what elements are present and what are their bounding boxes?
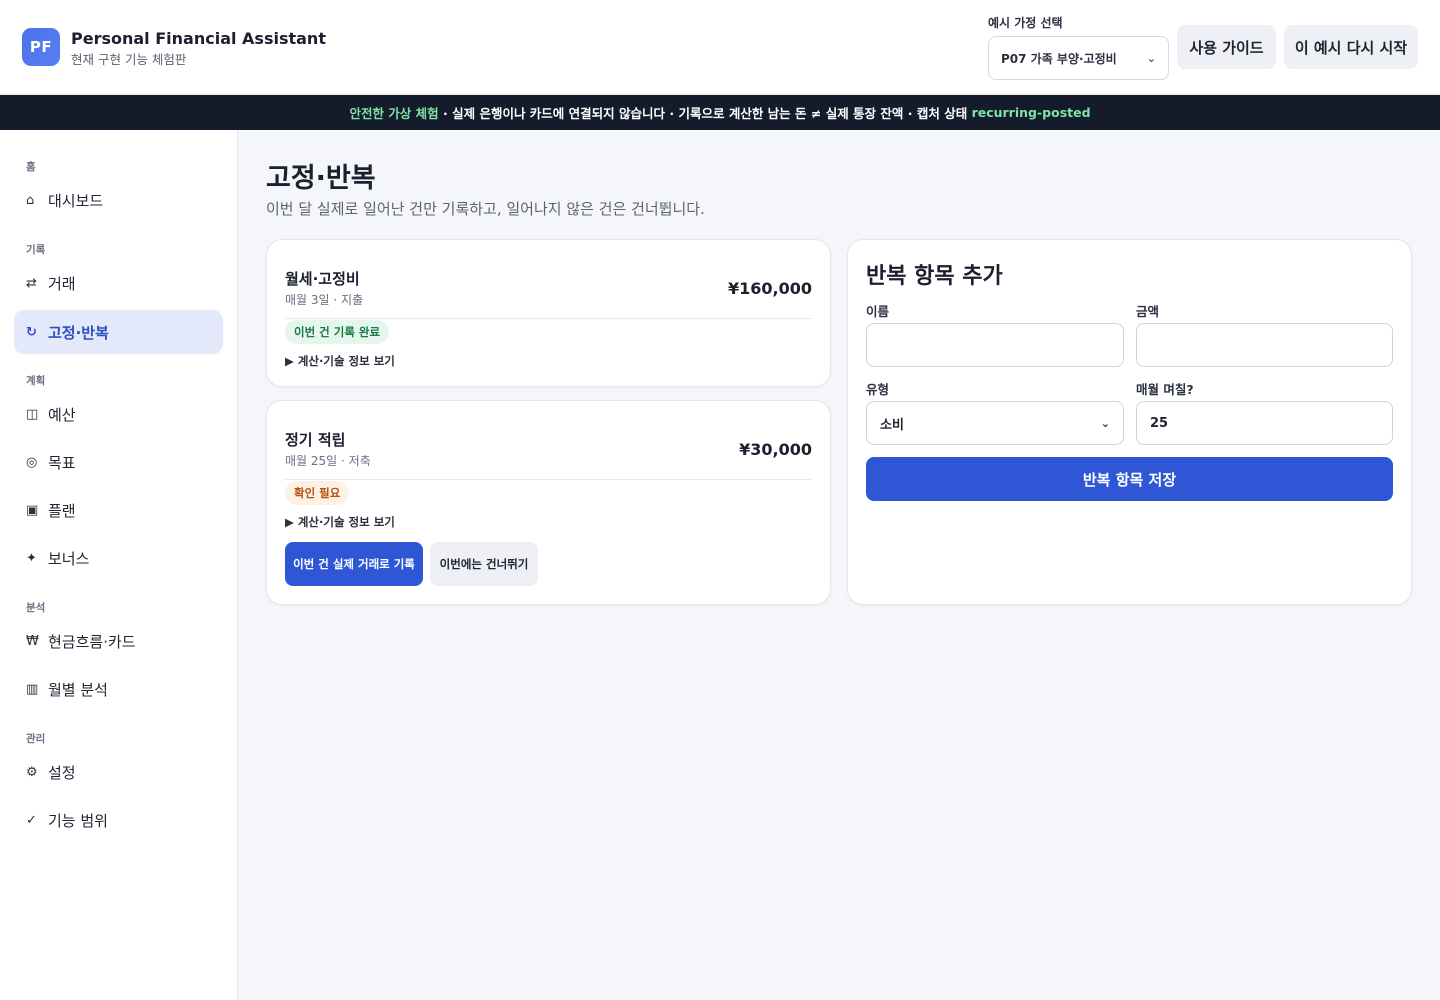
- bar-chart-icon: ▥: [26, 681, 39, 697]
- sidebar-item-label: 목표: [48, 453, 76, 472]
- restart-example-button[interactable]: 이 예시 다시 시작: [1284, 25, 1418, 69]
- sidebar-item-label: 거래: [48, 274, 76, 293]
- app-header: PF Personal Financial Assistant 현재 구현 기능…: [0, 0, 1440, 95]
- won-icon: ₩: [26, 633, 39, 649]
- scenario-select[interactable]: P07 가족 부양·고정비 ⌄: [988, 36, 1169, 80]
- sidebar-item-label: 고정·반복: [48, 323, 109, 342]
- day-label: 매월 며칠?: [1136, 382, 1194, 397]
- recurring-item-card: 정기 적립 매월 25일 · 저축 ¥30,000 확인 필요 ▶ 계산·기술 …: [266, 400, 831, 605]
- sparkle-icon: ✦: [26, 550, 37, 566]
- sidebar-item-label: 예산: [48, 405, 76, 424]
- recurring-item-meta: 매월 3일 · 지출: [285, 293, 364, 307]
- details-toggle[interactable]: ▶ 계산·기술 정보 보기: [285, 514, 395, 530]
- sidebar-item-cashflow[interactable]: ₩ 현금흐름·카드: [14, 619, 223, 663]
- app-subtitle: 현재 구현 기능 체험판: [71, 52, 187, 67]
- sidebar-section-analysis: 분석: [26, 602, 46, 614]
- swap-icon: ⇄: [26, 275, 37, 291]
- gear-icon: ⚙: [26, 764, 38, 780]
- budget-icon: ◫: [26, 406, 39, 422]
- record-transaction-button[interactable]: 이번 건 실제 거래로 기록: [285, 542, 423, 586]
- sidebar-item-goals[interactable]: ◎ 목표: [14, 440, 223, 484]
- sidebar-section-home: 홈: [26, 161, 36, 173]
- recurring-item-card: 월세·고정비 매월 3일 · 지출 ¥160,000 이번 건 기록 완료 ▶ …: [266, 239, 831, 387]
- sidebar-item-plan[interactable]: ▣ 플랜: [14, 488, 223, 532]
- chevron-down-icon: ⌄: [1146, 51, 1156, 65]
- sidebar-section-plan: 계획: [26, 375, 46, 387]
- safety-banner: 안전한 가상 체험 · 실제 은행이나 카드에 연결되지 않습니다 · 기록으로…: [0, 95, 1440, 130]
- sidebar-item-label: 플랜: [48, 501, 76, 520]
- type-selected-value: 소비: [880, 417, 904, 433]
- skip-button[interactable]: 이번에는 건너뛰기: [430, 542, 538, 586]
- sidebar-item-budget[interactable]: ◫ 예산: [14, 392, 223, 436]
- target-icon: ◎: [26, 454, 38, 470]
- recurring-item-name: 정기 적립: [285, 431, 346, 449]
- page-title: 고정·반복: [266, 163, 376, 194]
- scenario-selected-value: P07 가족 부양·고정비: [1001, 51, 1117, 66]
- type-select[interactable]: 소비 ⌄: [866, 401, 1124, 445]
- home-icon: ⌂: [26, 192, 35, 208]
- day-input[interactable]: 25: [1136, 401, 1393, 445]
- sidebar-item-dashboard[interactable]: ⌂ 대시보드: [14, 178, 223, 222]
- sidebar-item-label: 기능 범위: [48, 811, 108, 830]
- name-input[interactable]: [866, 323, 1124, 367]
- sidebar-item-label: 현금흐름·카드: [48, 632, 136, 651]
- amount-label: 금액: [1136, 304, 1160, 319]
- sidebar-section-manage: 관리: [26, 733, 46, 745]
- sidebar-item-monthly-analysis[interactable]: ▥ 월별 분석: [14, 667, 223, 711]
- banner-state-code: recurring-posted: [971, 105, 1091, 120]
- status-badge: 이번 건 기록 완료: [285, 320, 390, 344]
- type-label: 유형: [866, 382, 890, 397]
- sidebar: 홈 ⌂ 대시보드 기록 ⇄ 거래 ↻ 고정·반복 계획 ◫ 예산 ◎ 목표 ▣ …: [0, 130, 238, 1000]
- banner-text: · 실제 은행이나 카드에 연결되지 않습니다 · 기록으로 계산한 남는 돈 …: [438, 106, 972, 121]
- form-title: 반복 항목 추가: [866, 264, 1003, 289]
- amount-input[interactable]: [1136, 323, 1393, 367]
- save-recurring-button[interactable]: 반복 항목 저장: [866, 457, 1393, 501]
- sidebar-item-recurring[interactable]: ↻ 고정·반복: [14, 310, 223, 354]
- page-subtitle: 이번 달 실제로 일어난 건만 기록하고, 일어나지 않은 건은 건너뜁니다.: [266, 200, 705, 218]
- sidebar-item-label: 월별 분석: [48, 680, 108, 699]
- sidebar-item-feature-scope[interactable]: ✓ 기능 범위: [14, 798, 223, 842]
- sidebar-item-settings[interactable]: ⚙ 설정: [14, 750, 223, 794]
- status-badge: 확인 필요: [285, 481, 350, 505]
- scenario-label: 예시 가정 선택: [988, 16, 1063, 30]
- sidebar-item-transactions[interactable]: ⇄ 거래: [14, 261, 223, 305]
- banner-highlight: 안전한 가상 체험: [349, 106, 439, 121]
- sidebar-section-records: 기록: [26, 244, 46, 256]
- guide-button[interactable]: 사용 가이드: [1177, 25, 1276, 69]
- name-label: 이름: [866, 304, 890, 319]
- sidebar-item-bonus[interactable]: ✦ 보너스: [14, 536, 223, 580]
- sidebar-item-label: 보너스: [48, 549, 90, 568]
- details-toggle[interactable]: ▶ 계산·기술 정보 보기: [285, 353, 395, 369]
- recurring-item-amount: ¥30,000: [739, 440, 812, 459]
- app-title: Personal Financial Assistant: [71, 29, 326, 48]
- add-recurring-form: 반복 항목 추가 이름 금액 유형 소비 ⌄ 매월 며칠? 25 반복 항목 저…: [847, 239, 1412, 605]
- sidebar-item-label: 대시보드: [48, 191, 104, 210]
- divider: [285, 318, 812, 319]
- recurring-item-amount: ¥160,000: [727, 279, 812, 298]
- app-logo: PF: [22, 28, 60, 66]
- sidebar-item-label: 설정: [48, 763, 76, 782]
- divider: [285, 479, 812, 480]
- refresh-icon: ↻: [26, 324, 37, 340]
- plan-icon: ▣: [26, 502, 39, 518]
- recurring-item-name: 월세·고정비: [285, 270, 360, 288]
- recurring-item-meta: 매월 25일 · 저축: [285, 454, 371, 468]
- check-icon: ✓: [26, 812, 37, 828]
- chevron-down-icon: ⌄: [1100, 416, 1110, 430]
